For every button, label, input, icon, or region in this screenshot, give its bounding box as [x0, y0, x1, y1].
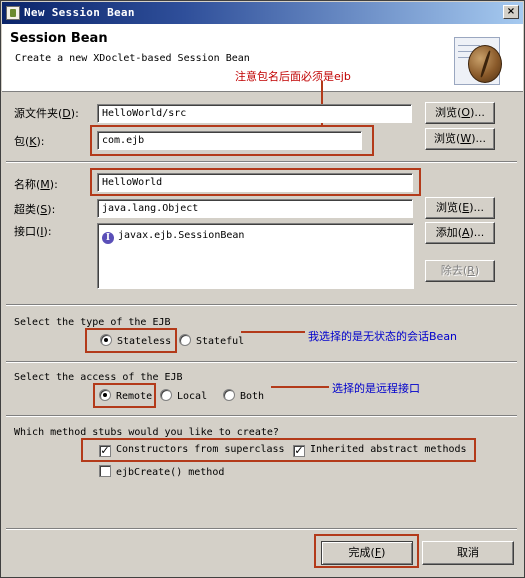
remote-annotation-line	[271, 386, 329, 388]
stateless-annotation-line	[241, 331, 305, 333]
separator	[6, 528, 517, 530]
interface-icon: I	[102, 232, 114, 244]
ejb-type-heading: Select the type of the EJB	[14, 317, 171, 328]
separator	[6, 361, 517, 363]
radio-icon	[179, 334, 191, 346]
package-annotation: 注意包名后面必须是ejb	[235, 70, 351, 83]
browse-superclass-button[interactable]: 浏览(E)...	[425, 197, 495, 219]
eclipse-window-icon	[6, 6, 20, 20]
radio-local[interactable]: Local	[160, 389, 207, 402]
stateless-highlight	[85, 328, 177, 353]
radio-stateful[interactable]: Stateful	[179, 334, 244, 347]
name-highlight	[90, 168, 421, 196]
window-title: New Session Bean	[24, 6, 135, 19]
browse-source-folder-button[interactable]: 浏览(O)...	[425, 102, 495, 124]
interfaces-list[interactable]: Ijavax.ejb.SessionBean	[97, 223, 414, 289]
separator	[6, 304, 517, 306]
browse-package-button[interactable]: 浏览(W)...	[425, 128, 495, 150]
separator	[6, 161, 517, 163]
finish-highlight	[314, 534, 419, 568]
radio-both[interactable]: Both	[223, 389, 264, 402]
source-folder-field[interactable]: HelloWorld/src	[97, 104, 412, 123]
package-label: 包(K):	[14, 135, 45, 148]
separator	[6, 415, 517, 417]
cancel-button[interactable]: 取消	[422, 541, 514, 565]
remote-highlight	[93, 383, 156, 408]
page-description: Create a new XDoclet-based Session Bean	[15, 53, 250, 64]
stateless-annotation: 我选择的是无状态的会话Bean	[308, 330, 458, 343]
stubs-highlight	[81, 438, 476, 462]
remove-interface-button[interactable]: 除去(R)	[425, 260, 495, 282]
title-bar[interactable]: New Session Bean ×	[2, 2, 523, 24]
source-folder-label: 源文件夹(D):	[14, 107, 79, 120]
dialog-window: New Session Bean × Session Bean Create a…	[0, 0, 525, 578]
radio-icon	[223, 389, 235, 401]
page-title: Session Bean	[10, 31, 108, 46]
method-stubs-heading: Which method stubs would you like to cre…	[14, 427, 279, 438]
add-interface-button[interactable]: 添加(A)...	[425, 222, 495, 244]
radio-icon	[160, 389, 172, 401]
coffee-bean-icon	[454, 37, 502, 87]
superclass-label: 超类(S):	[14, 203, 56, 216]
remote-annotation: 选择的是远程接口	[332, 382, 420, 395]
interfaces-label: 接口(I):	[14, 225, 52, 238]
list-item[interactable]: Ijavax.ejb.SessionBean	[102, 230, 244, 244]
ejb-access-heading: Select the access of the EJB	[14, 372, 183, 383]
superclass-field[interactable]: java.lang.Object	[97, 199, 413, 218]
checkbox-ejbcreate[interactable]: ejbCreate() method	[99, 465, 224, 478]
close-icon[interactable]: ×	[503, 5, 519, 19]
package-highlight	[90, 125, 374, 156]
name-label: 名称(M):	[14, 178, 58, 191]
checkbox-icon	[99, 465, 111, 477]
